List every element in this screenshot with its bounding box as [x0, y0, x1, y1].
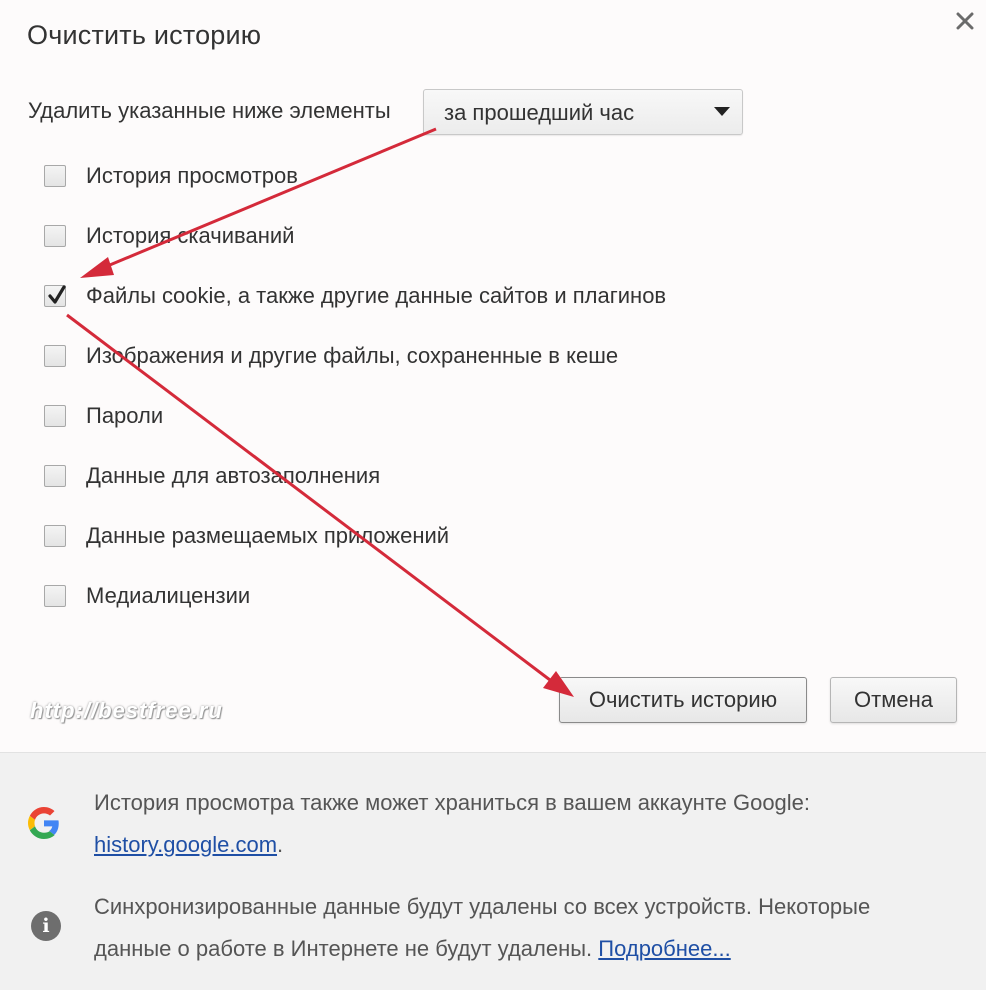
option-label: Пароли — [86, 403, 164, 428]
watermark: http://bestfree.ru — [30, 698, 223, 723]
checkbox[interactable] — [44, 165, 66, 187]
dropdown-caret-icon — [714, 107, 730, 116]
google-note-text: История просмотра также может храниться … — [94, 790, 811, 815]
google-note-suffix: . — [277, 832, 284, 857]
period-label: Удалить указанные ниже элементы — [28, 98, 391, 123]
time-range-value: за прошедший час — [444, 100, 635, 125]
time-range-select[interactable]: за прошедший час — [423, 89, 743, 135]
option-label: Медиалицензии — [86, 583, 251, 608]
checkbox[interactable] — [44, 345, 66, 367]
clear-history-dialog: Очистить историю Удалить указанные ниже … — [0, 0, 986, 990]
dialog-title: Очистить историю — [27, 20, 262, 50]
option-browsing-history[interactable]: История просмотров — [44, 160, 764, 192]
clear-history-button[interactable]: Очистить историю — [559, 677, 807, 723]
option-label: История просмотров — [86, 163, 298, 188]
sync-note-line2-wrap: данные о работе в Интернете не будут уда… — [94, 928, 870, 970]
option-cookies[interactable]: Файлы cookie, а также другие данные сайт… — [44, 280, 764, 312]
option-label: Данные для автозаполнения — [86, 463, 381, 488]
option-label: Файлы cookie, а также другие данные сайт… — [86, 283, 667, 308]
checkbox[interactable] — [44, 525, 66, 547]
cancel-button[interactable]: Отмена — [830, 677, 957, 723]
google-icon — [28, 807, 59, 839]
learn-more-link[interactable]: Подробнее... — [598, 936, 730, 961]
option-media-licenses[interactable]: Медиалицензии — [44, 580, 764, 612]
checkbox[interactable] — [44, 405, 66, 427]
option-hosted-app-data[interactable]: Данные размещаемых приложений — [44, 520, 764, 552]
google-note-link-line: history.google.com. — [94, 824, 810, 866]
history-google-link[interactable]: history.google.com — [94, 832, 277, 857]
info-icon: i — [31, 911, 61, 941]
option-label: История скачиваний — [86, 223, 295, 248]
checkbox-checked[interactable] — [44, 285, 66, 307]
checkmark-icon — [48, 285, 66, 304]
close-icon[interactable] — [950, 6, 980, 36]
checkbox[interactable] — [44, 585, 66, 607]
option-download-history[interactable]: История скачиваний — [44, 220, 764, 252]
option-label: Изображения и другие файлы, сохраненные … — [86, 343, 619, 368]
sync-note: Синхронизированные данные будут удалены … — [94, 886, 870, 970]
sync-note-line2: данные о работе в Интернете не будут уда… — [94, 936, 593, 961]
checkbox[interactable] — [44, 225, 66, 247]
annotation-arrow-head — [80, 257, 114, 278]
option-cached-images[interactable]: Изображения и другие файлы, сохраненные … — [44, 340, 764, 372]
option-label: Данные размещаемых приложений — [86, 523, 450, 548]
option-autofill[interactable]: Данные для автозаполнения — [44, 460, 764, 492]
checkbox[interactable] — [44, 465, 66, 487]
option-passwords[interactable]: Пароли — [44, 400, 764, 432]
sync-note-line1: Синхронизированные данные будут удалены … — [94, 894, 871, 919]
google-account-note: История просмотра также может храниться … — [94, 782, 810, 866]
